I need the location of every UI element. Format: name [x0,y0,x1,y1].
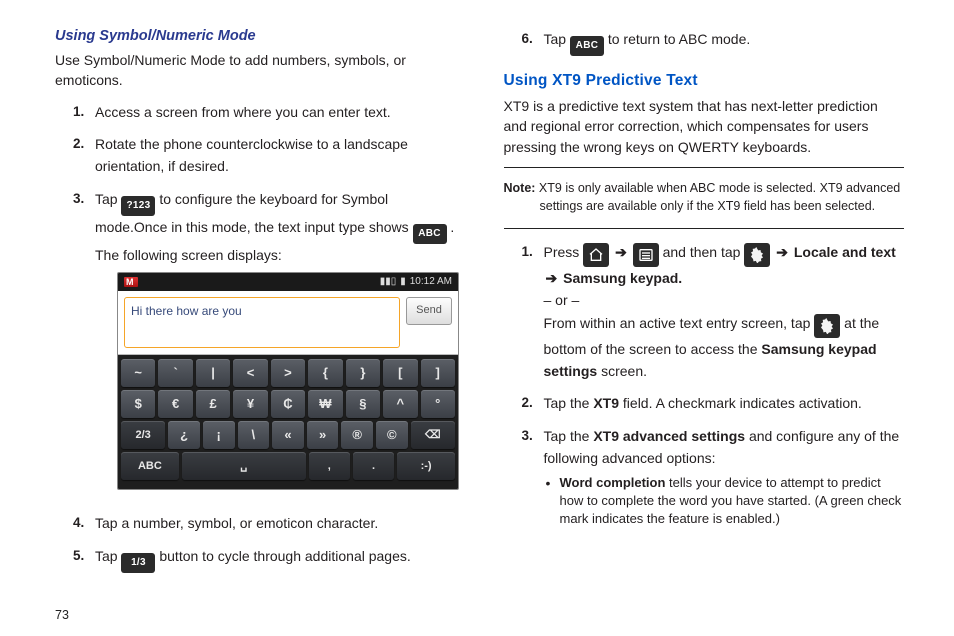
key[interactable]: ¿ [168,421,200,449]
step-1: Access a screen from where you can enter… [73,101,456,133]
r1-tap: and then tap [663,244,745,260]
step-6: Tap ABC to return to ABC mode. [522,28,905,66]
space-key[interactable]: ␣ [182,452,306,480]
key[interactable]: } [346,359,380,387]
r3a: Tap the [544,428,594,444]
kbd-row-1: ~ ` | < > { } [ ] [121,359,455,387]
battery-icon: ▮ [400,274,406,290]
key[interactable]: £ [196,390,230,418]
bullet-word-completion: Word completion tells your device to att… [560,474,905,529]
step-3: Tap ?123 to configure the keyboard for S… [73,188,456,513]
note-rule-top [504,167,905,168]
note-text: XT9 is only available when ABC mode is s… [535,181,900,213]
key[interactable]: $ [121,390,155,418]
step-4: Tap a number, symbol, or emoticon charac… [73,512,456,544]
phone-compose: Hi there how are you Send [118,291,458,355]
key[interactable]: | [196,359,230,387]
key[interactable]: ] [421,359,455,387]
heading-xt9: Using XT9 Predictive Text [504,72,905,90]
rstep-2: Tap the XT9 field. A checkmark indicates… [522,392,905,424]
steps-left: Access a screen from where you can enter… [73,101,456,583]
r2a: Tap the [544,395,594,411]
key-123-icon: ?123 [121,196,155,216]
kbd-row-4: ABC ␣ , . :-) [121,452,455,480]
key[interactable]: ® [341,421,373,449]
intro-xt9: XT9 is a predictive text system that has… [504,96,905,157]
bullet-lead: Word completion [560,475,666,490]
key[interactable]: { [308,359,342,387]
signal-icon: ▮▮▯ [380,274,397,290]
xt9-label: XT9 [593,395,619,411]
rstep-3: Tap the XT9 advanced settings and config… [522,425,905,538]
step-3a: Tap [95,191,121,207]
key-abc-icon: ABC [413,224,447,244]
steps-right: Press ➔ and then tap ➔ Locale and text [522,241,905,538]
kbd-row-2: $ € £ ¥ ₵ ₩ § ^ ° [121,390,455,418]
screen-word: screen. [601,363,647,379]
gear-icon [814,314,840,338]
arrow-icon: ➔ [544,270,560,286]
send-button[interactable]: Send [406,297,452,325]
step-5b: button to cycle through additional pages… [159,548,410,564]
menu-icon [633,243,659,267]
key[interactable]: ₵ [271,390,305,418]
key[interactable]: € [158,390,192,418]
r1-press: Press [544,244,584,260]
emoji-key[interactable]: :-) [397,452,455,480]
gear-icon [744,243,770,267]
key[interactable]: ₩ [308,390,342,418]
key[interactable]: < [233,359,267,387]
step-5a: Tap [95,548,121,564]
note-label: Note: [504,181,536,195]
rstep-1: Press ➔ and then tap ➔ Locale and text [522,241,905,393]
step-5: Tap 1/3 button to cycle through addition… [73,545,456,583]
key[interactable]: > [271,359,305,387]
arrow-icon: ➔ [613,244,629,260]
heading-symbol-mode: Using Symbol/Numeric Mode [55,28,456,44]
xt9-adv-label: XT9 advanced settings [593,428,745,444]
key[interactable]: \ [238,421,270,449]
key[interactable]: § [346,390,380,418]
page-number: 73 [55,608,69,622]
step-6b: to return to ABC mode. [608,31,750,47]
key[interactable]: © [376,421,408,449]
key[interactable]: ^ [383,390,417,418]
adv-options: Word completion tells your device to att… [544,474,905,529]
key[interactable]: « [272,421,304,449]
key[interactable]: » [307,421,339,449]
or-text: – or – [544,292,580,308]
backspace-key[interactable]: ⌫ [411,421,455,449]
step-2: Rotate the phone counterclockwise to a l… [73,133,456,188]
home-icon [583,243,609,267]
message-field[interactable]: Hi there how are you [124,297,400,348]
kbd-row-3: 2/3 ¿ ¡ \ « » ® © ⌫ [121,421,455,449]
key[interactable]: ¡ [203,421,235,449]
key[interactable]: ` [158,359,192,387]
phone-statusbar: ▮▮▯ ▮ 10:12 AM [118,273,458,291]
period-key[interactable]: . [353,452,394,480]
phone-keyboard: ~ ` | < > { } [ ] $ [118,355,458,489]
mail-icon [124,277,138,287]
page-key[interactable]: 2/3 [121,421,165,449]
abc-key[interactable]: ABC [121,452,179,480]
phone-screenshot: ▮▮▯ ▮ 10:12 AM Hi there how are you Send… [117,272,459,490]
key-page-icon: 1/3 [121,553,155,573]
r1c: From within an active text entry screen,… [544,315,815,331]
intro-symbol: Use Symbol/Numeric Mode to add numbers, … [55,50,456,91]
comma-key[interactable]: , [309,452,350,480]
step-6a: Tap [544,31,570,47]
key[interactable]: ¥ [233,390,267,418]
key[interactable]: ° [421,390,455,418]
note-block: Note: XT9 is only available when ABC mod… [504,167,905,229]
key[interactable]: ~ [121,359,155,387]
key[interactable]: [ [383,359,417,387]
steps-left-cont: Tap ABC to return to ABC mode. [522,28,905,66]
status-time: 10:12 AM [410,274,452,290]
locale-text: Locale and text [794,244,896,260]
samsung-keypad: Samsung keypad. [563,270,682,286]
r2b: field. A checkmark indicates activation. [623,395,862,411]
arrow-icon: ➔ [774,244,790,260]
note-rule-bottom [504,228,905,229]
key-abc-icon: ABC [570,36,604,56]
